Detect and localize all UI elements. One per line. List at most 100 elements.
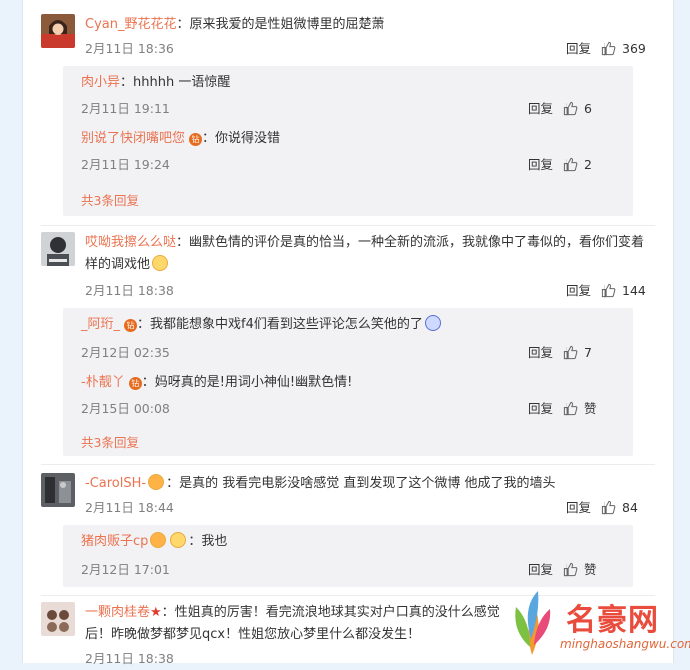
timestamp: 2月12日 02:35 [81, 345, 170, 360]
like-count: 6 [584, 101, 592, 116]
comment-panel: Cyan_野花花花：原来我爱的是性姐微博里的屈楚萧 2月11日 18:36 回复… [22, 0, 674, 666]
username-link[interactable]: 一颗肉桂卷 [85, 605, 150, 620]
username-link[interactable]: -朴靓丫 [81, 375, 125, 390]
timestamp: 2月15日 00:08 [81, 401, 170, 416]
timestamp: 2月12日 17:01 [81, 562, 170, 577]
like-count: 84 [622, 500, 638, 515]
reply-button[interactable]: 回复 [566, 38, 591, 60]
sub-reply-box: _阿珩_ 钻：我都能想象中戏f4们看到这些评论怎么笑他的了 2月12日 02:35… [63, 308, 633, 456]
comment-text-line: Cyan_野花花花：原来我爱的是性姐微博里的屈楚萧 [85, 17, 385, 32]
like-count: 7 [584, 345, 592, 360]
thumbs-up-icon [601, 283, 616, 298]
star-icon: ★ [150, 605, 162, 620]
sub-comment: 肉小异：hhhhh 一语惊醒 2月11日 19:11 回复 6 [81, 72, 623, 120]
like-count: 2 [584, 157, 592, 172]
reply-button[interactable]: 回复 [528, 154, 553, 176]
username-link[interactable]: 肉小异 [81, 75, 120, 90]
reply-button[interactable]: 回复 [528, 98, 553, 120]
username-link[interactable]: Cyan_野花花花 [85, 17, 176, 32]
vip-badge-icon: 钻 [128, 377, 142, 390]
comment-text: 原来我爱的是性姐微博里的屈楚萧 [189, 17, 385, 32]
sub-comment-meta: 2月11日 19:24 回复 2 [81, 154, 623, 176]
timestamp: 2月11日 18:38 [85, 651, 174, 666]
leaf-logo-icon [515, 591, 551, 655]
sub-reply-box: 肉小异：hhhhh 一语惊醒 2月11日 19:11 回复 6 别说了快闭嘴吧您… [63, 66, 633, 216]
like-label: 赞 [584, 562, 597, 577]
laughing-emoji-icon [152, 255, 169, 271]
avatar[interactable] [41, 602, 75, 636]
watermark-domain: minghaoshangwu.com [560, 637, 690, 651]
reply-button[interactable]: 回复 [566, 497, 591, 519]
more-replies-link[interactable]: 共3条回复 [81, 190, 139, 209]
like-label: 赞 [584, 401, 597, 416]
like-button[interactable]: 赞 [563, 398, 623, 420]
vip-badge-icon: 钻 [189, 133, 203, 146]
divider [41, 225, 655, 226]
sub-comment-text: 我也 [201, 534, 228, 549]
watermark-logo: 名豪网 minghaoshangwu.com [504, 587, 690, 661]
vip-badge-icon: 钻 [124, 319, 138, 332]
thumbs-up-icon [601, 500, 616, 515]
comment-meta: 2月11日 18:36 回复 369 [85, 38, 661, 60]
comment-meta: 2月11日 18:38 回复 144 [85, 280, 661, 302]
thumbs-up-icon [563, 345, 578, 360]
watermark-brand: 名豪网 [566, 603, 659, 638]
sub-comment-meta: 2月11日 19:11 回复 6 [81, 98, 623, 120]
like-button[interactable]: 赞 [563, 559, 623, 581]
like-button[interactable]: 7 [563, 342, 623, 364]
timestamp: 2月11日 18:38 [85, 283, 174, 298]
like-count: 369 [622, 41, 646, 56]
like-button[interactable]: 84 [601, 497, 661, 519]
emoji-icon [424, 315, 441, 331]
sub-comment-text: hhhhh 一语惊醒 [133, 75, 231, 90]
medal-icon [170, 532, 187, 548]
thumbs-up-icon [563, 401, 578, 416]
timestamp: 2月11日 18:44 [85, 500, 174, 515]
sub-reply-box: 猪肉贩子cp ：我也 2月12日 17:01 回复 赞 [63, 525, 633, 587]
comment-text-line: 哎呦我擦么么哒：幽默色情的评价是真的恰当，一种全新的流派，我就像中了毒似的，看你… [85, 235, 645, 250]
avatar[interactable] [41, 232, 75, 266]
sub-comment-meta: 2月12日 17:01 回复 赞 [81, 559, 623, 581]
sub-comment-meta: 2月12日 02:35 回复 7 [81, 342, 623, 364]
thumbs-up-icon [601, 41, 616, 56]
sub-comment: -朴靓丫钻：妈呀真的是!用词小神仙!幽默色情! 2月15日 00:08 回复 赞 [81, 372, 623, 420]
like-count: 144 [622, 283, 646, 298]
sub-comment-text: 我都能想象中戏f4们看到这些评论怎么笑他的了 [150, 317, 423, 332]
comment-text: 样的调戏他 [85, 257, 151, 272]
sub-comment-text: 你说得没错 [215, 131, 281, 146]
comment-text: 幽默色情的评价是真的恰当，一种全新的流派，我就像中了毒似的，看你们变着 [189, 235, 645, 250]
thumbs-up-icon [563, 157, 578, 172]
username-link[interactable]: 别说了快闭嘴吧您 [81, 131, 185, 146]
username-link[interactable]: 猪肉贩子cp [81, 534, 148, 549]
comment-text: 性姐真的厉害！看完流浪地球其实对户口真的没什么感觉 [174, 605, 500, 620]
divider [41, 464, 655, 465]
comment-meta: 2月11日 18:44 回复 84 [85, 497, 661, 519]
avatar[interactable] [41, 473, 75, 507]
username-link[interactable]: _阿珩_ [81, 317, 120, 332]
avatar[interactable] [41, 14, 75, 48]
reply-button[interactable]: 回复 [528, 342, 553, 364]
reply-button[interactable]: 回复 [528, 559, 553, 581]
crown-icon [148, 474, 165, 490]
username-link[interactable]: -CarolSH- [85, 476, 146, 491]
comment-text: 后！昨晚做梦都梦见qcx！性姐您放心梦里什么都没发生！ [85, 627, 421, 642]
more-replies-link[interactable]: 共3条回复 [81, 432, 139, 451]
sub-comment: 别说了快闭嘴吧您钻：你说得没错 2月11日 19:24 回复 2 [81, 128, 623, 176]
like-button[interactable]: 6 [563, 98, 623, 120]
timestamp: 2月11日 19:11 [81, 101, 170, 116]
like-button[interactable]: 2 [563, 154, 623, 176]
like-button[interactable]: 369 [601, 38, 661, 60]
sub-comment-meta: 2月15日 00:08 回复 赞 [81, 398, 623, 420]
comment-text: 是真的 我看完电影没啥感觉 直到发现了这个微博 他成了我的墙头 [179, 476, 556, 491]
sub-comment: 猪肉贩子cp ：我也 2月12日 17:01 回复 赞 [81, 531, 623, 581]
timestamp: 2月11日 19:24 [81, 157, 170, 172]
like-button[interactable]: 144 [601, 280, 661, 302]
sub-comment: _阿珩_ 钻：我都能想象中戏f4们看到这些评论怎么笑他的了 2月12日 02:35… [81, 314, 623, 364]
username-link[interactable]: 哎呦我擦么么哒 [85, 235, 176, 250]
sub-comment-text: 妈呀真的是!用词小神仙!幽默色情! [154, 375, 353, 390]
thumbs-up-icon [563, 101, 578, 116]
thumbs-up-icon [563, 562, 578, 577]
reply-button[interactable]: 回复 [566, 280, 591, 302]
comment-text-line: 样的调戏他 [85, 254, 661, 276]
reply-button[interactable]: 回复 [528, 398, 553, 420]
